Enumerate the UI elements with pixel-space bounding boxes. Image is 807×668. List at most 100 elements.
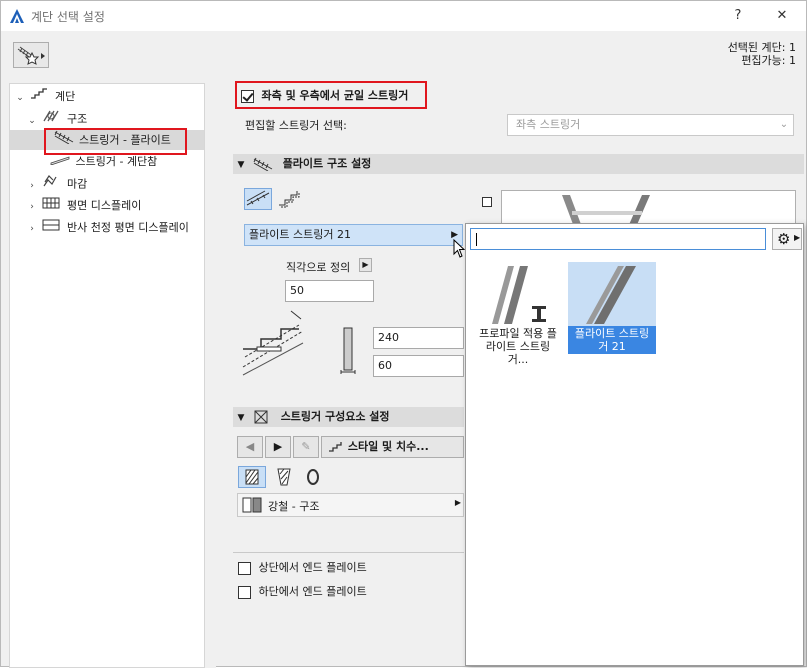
close-button[interactable]: ✕ (767, 5, 797, 27)
surface-icon (277, 468, 291, 486)
tree-item-stringer-landing[interactable]: 스트링거 - 계단참 (50, 152, 157, 172)
surface-button[interactable] (271, 466, 297, 488)
tree-item-finish[interactable]: › 마감 (26, 174, 87, 194)
select-edit-label: 편집할 스트링거 선택: (245, 119, 347, 132)
selection-info: 선택된 계단: 1 편집가능: 1 (728, 41, 796, 67)
chevron-down-icon: ⌄ (779, 119, 789, 130)
bottom-end-plate-row[interactable]: 하단에서 엔드 플레이트 (238, 583, 367, 599)
chevron-down-icon[interactable]: ⌄ (14, 88, 26, 108)
flight-structure-header[interactable]: ▼ 플라이트 구조 설정 (233, 154, 804, 174)
top-end-plate-label: 상단에서 엔드 플레이트 (258, 561, 367, 574)
stringer-straight-icon (246, 190, 270, 206)
ceiling-plan-icon (42, 218, 64, 238)
outline-button[interactable] (301, 466, 327, 488)
chevron-right-icon: ▶ (273, 440, 283, 453)
component-settings-title: 스트링거 구성요소 설정 (280, 410, 390, 423)
dialog-window: 계단 선택 설정 ? ✕ 선택된 계단: 1 편집가능: 1 ⌄ 계단 ⌄ 구조… (0, 0, 807, 668)
component-icon (254, 410, 268, 424)
stringer-section-diagram-icon (340, 327, 356, 374)
flight-stringer-thumbnail (568, 262, 656, 326)
stair-icon (30, 87, 52, 107)
selected-count: 선택된 계단: 1 (727, 41, 796, 54)
library-options-button[interactable]: ⚙ ▶ (772, 228, 802, 250)
edit-component-button[interactable]: ✎ (293, 436, 319, 458)
favorites-button[interactable] (13, 42, 49, 68)
tree-label-rcp: 반사 천정 평면 디스플레이 (67, 221, 189, 234)
stringer-straight-button[interactable] (244, 188, 272, 210)
library-item-flight-stringer-21[interactable]: 플라이트 스트링거 21 (568, 262, 656, 354)
archicad-logo-icon (10, 9, 24, 23)
tree-label-structure: 구조 (67, 112, 88, 126)
tree-item-structure[interactable]: ⌄ 구조 (26, 109, 87, 129)
flight-stringer-icon (586, 266, 636, 324)
next-component-button[interactable]: ▶ (265, 436, 291, 458)
stringer-thickness-input[interactable]: 60 (373, 355, 464, 377)
stringer-profile-diagram-icon (242, 310, 304, 376)
collapse-triangle-icon: ▼ (237, 160, 245, 170)
stringer-stepped-button[interactable] (277, 189, 303, 209)
window-title: 계단 선택 설정 (31, 10, 105, 24)
stringer-type-selector[interactable]: 플라이트 스트링거 21 ▶ (244, 224, 463, 246)
material-selector[interactable]: 강철 - 구조 ▶ (237, 493, 464, 517)
help-button[interactable]: ? (723, 5, 753, 27)
stringer-edit-select[interactable]: 좌측 스트링거 ⌄ (507, 114, 794, 136)
previous-component-button[interactable]: ◀ (237, 436, 263, 458)
panel-splitter[interactable] (205, 83, 216, 668)
library-search-input[interactable] (470, 228, 766, 250)
material-value: 강철 - 구조 (268, 500, 320, 513)
perpendicular-toggle[interactable]: ▶ (359, 258, 372, 272)
structure-icon (42, 109, 64, 130)
tree-item-rcp[interactable]: › 반사 천정 평면 디스플레이 (26, 218, 189, 238)
fill-pattern-button[interactable] (238, 466, 266, 488)
finish-icon (42, 174, 64, 195)
style-dimension-label: 스타일 및 치수... (347, 440, 429, 453)
tree-item-stair[interactable]: ⌄ 계단 (14, 87, 75, 107)
stringer-type-value: 플라이트 스트링거 21 (249, 228, 351, 241)
editable-count: 편집가능: 1 (741, 54, 796, 67)
hatch-fill-icon (245, 469, 259, 485)
offset-input[interactable]: 50 (285, 280, 374, 302)
edit-pencil-icon: ✎ (301, 440, 311, 453)
tree-label-finish: 마감 (67, 177, 88, 191)
outline-ring-icon (307, 469, 319, 485)
tree-label-stringer-landing: 스트링거 - 계단참 (75, 155, 158, 168)
highlight-box-checkbox (235, 81, 427, 109)
chevron-right-icon[interactable]: › (26, 219, 38, 239)
chevron-right-icon[interactable]: › (26, 197, 38, 217)
component-settings-header[interactable]: ▼ 스트링거 구성요소 설정 (233, 407, 464, 427)
chevron-right-icon: ▶ (794, 233, 801, 242)
highlight-box-tree (44, 128, 187, 155)
profile-stringer-icon (492, 266, 546, 324)
floor-plan-icon (42, 196, 64, 216)
tree-item-floor-plan[interactable]: › 평면 디스플레이 (26, 196, 141, 216)
settings-tree: ⌄ 계단 ⌄ 구조 스트링거 - 플라이트 스트링거 - 계단참 › 마감 › … (9, 83, 205, 668)
chevron-right-icon[interactable]: › (26, 176, 38, 196)
library-item-label: 프로파일 적용 플라이트 스트링거... (479, 327, 557, 366)
title-bar: 계단 선택 설정 ? ✕ (1, 1, 806, 31)
divider (233, 552, 464, 553)
stair-star-icon (17, 46, 45, 65)
chevron-right-icon: ▶ (362, 260, 369, 269)
top-end-plate-row[interactable]: 상단에서 엔드 플레이트 (238, 559, 367, 575)
style-dimension-button[interactable]: 스타일 및 치수... (321, 436, 464, 458)
collapse-triangle-icon: ▼ (237, 413, 245, 423)
chevron-down-icon[interactable]: ⌄ (26, 111, 38, 131)
tree-label-stair: 계단 (55, 90, 76, 103)
tree-label-floor-plan: 평면 디스플레이 (67, 199, 142, 212)
chevron-left-icon: ◀ (245, 440, 255, 453)
bottom-end-plate-label: 하단에서 엔드 플레이트 (258, 585, 367, 598)
stair-style-icon (329, 442, 342, 452)
flight-structure-title: 플라이트 구조 설정 (282, 157, 372, 170)
top-end-plate-checkbox[interactable] (238, 561, 251, 575)
material-swatch-icon (242, 497, 262, 513)
stringer-flight-icon (253, 157, 273, 172)
stringer-library-popup: ⚙ ▶ 프로파일 적용 플라이트 스트링거... 플라이트 스트링거 21 (465, 223, 804, 666)
library-item-label: 플라이트 스트링거 21 (568, 326, 656, 354)
stringer-height-input[interactable]: 240 (373, 327, 464, 349)
preview-view-toggle[interactable] (482, 197, 492, 207)
bottom-end-plate-checkbox[interactable] (238, 585, 251, 599)
perpendicular-label: 직각으로 정의 (286, 261, 351, 274)
library-item-profile-stringer[interactable]: 프로파일 적용 플라이트 스트링거... (474, 262, 562, 367)
gear-icon: ⚙ (777, 230, 791, 248)
profile-stringer-thumbnail (474, 262, 562, 326)
